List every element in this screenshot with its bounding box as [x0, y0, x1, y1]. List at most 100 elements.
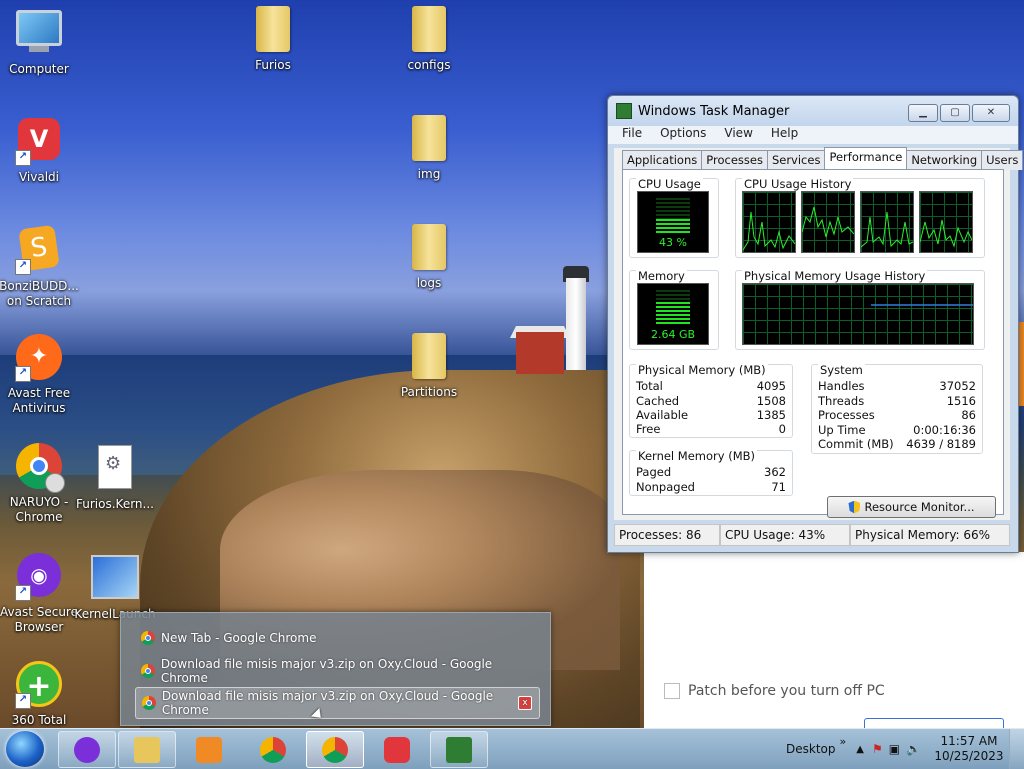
stat-label: Threads [818, 394, 865, 408]
toolbar-chevron-icon[interactable]: » [840, 735, 847, 748]
desktop-icon-label: BonziBUDD... on Scratch [0, 279, 79, 308]
desktop-icon-configs[interactable]: configs [386, 6, 472, 73]
task-manager-body: Applications Processes Services Performa… [614, 147, 1024, 520]
stat-row-processes: Processes 86 [818, 408, 976, 422]
performance-panel: CPU Usage 43 % CPU Usage History Memory … [622, 169, 1004, 518]
taskbar-task-manager[interactable] [430, 731, 488, 768]
menu-view[interactable]: View [724, 126, 752, 144]
shortcut-arrow-icon: ↗ [15, 150, 31, 166]
desktop: Patch before you turn off PC Computer Fu… [0, 0, 1024, 728]
desktop-icon-vivaldi[interactable]: V ↗ Vivaldi [0, 115, 82, 185]
background-app-window [644, 552, 1024, 728]
shortcut-arrow-icon: ↗ [15, 259, 31, 275]
desktop-icon-logs[interactable]: logs [386, 224, 472, 291]
stat-label: Processes [818, 408, 875, 422]
taskbar-chrome[interactable] [244, 731, 302, 768]
volume-muted-icon[interactable]: 🔈 [906, 742, 921, 756]
stat-value: 4639 / 8189 [906, 437, 976, 451]
clock-time: 11:57 AM [940, 734, 998, 748]
folder-icon [405, 333, 453, 381]
desktop-icon-label: logs [416, 276, 442, 290]
chrome-icon [142, 696, 156, 710]
system-title: System [818, 363, 865, 377]
stat-value: 71 [771, 480, 786, 494]
desktop-icon-img[interactable]: img [386, 115, 472, 182]
minimize-button[interactable]: ▁ [908, 104, 938, 122]
maximize-button[interactable]: ▢ [940, 104, 970, 122]
desktop-icon-naruyo-chrome[interactable]: NARUYO - Chrome [0, 442, 82, 525]
tab-processes[interactable]: Processes [701, 150, 768, 170]
shortcut-arrow-icon: ↗ [15, 585, 31, 601]
show-hidden-icons-icon[interactable]: ▲ [856, 744, 864, 755]
background-app-input[interactable] [864, 718, 1004, 728]
window-list-item-hovered[interactable]: Download file misis major v3.zip on Oxy.… [135, 687, 540, 719]
show-desktop-button[interactable] [1009, 729, 1024, 769]
status-processes: Processes: 86 [614, 524, 720, 546]
desktop-icon-avast-free[interactable]: ✦ ↗ Avast Free Antivirus [0, 333, 82, 416]
desktop-icon-label: Furios [255, 58, 291, 72]
desktop-icon-360-total[interactable]: + ↗ 360 Total [0, 660, 82, 728]
resource-monitor-button[interactable]: Resource Monitor... [827, 496, 996, 518]
memory-title: Memory [636, 269, 687, 283]
tab-applications[interactable]: Applications [622, 150, 703, 170]
cpu-history-graph-core-4 [919, 191, 973, 253]
network-icon[interactable]: ▣ [889, 742, 900, 756]
stat-label: Handles [818, 379, 865, 393]
memory-meter-bars [656, 290, 690, 326]
close-button[interactable]: ✕ [972, 104, 1010, 122]
taskbar-avast-secure-browser[interactable] [58, 731, 116, 768]
desktop-toolbar-label[interactable]: Desktop [786, 742, 836, 756]
clock[interactable]: 11:57 AM 10/25/2023 [929, 734, 1009, 764]
menu-help[interactable]: Help [771, 126, 798, 144]
task-manager-icon [446, 736, 472, 763]
status-memory: Physical Memory: 66% [850, 524, 1010, 546]
wallpaper-house [516, 332, 564, 374]
avast-secure-browser-icon: ◉ ↗ [15, 553, 63, 601]
avast-icon: ✦ ↗ [15, 334, 63, 382]
desktop-icon-furios-kernel[interactable]: Furios.Kern... [72, 442, 158, 512]
stat-value: 1385 [756, 408, 786, 422]
menu-bar: File Options View Help [608, 126, 1018, 144]
desktop-icon-computer[interactable]: Computer [0, 6, 82, 77]
memory-history-group: Physical Memory Usage History [735, 269, 985, 350]
close-window-icon[interactable]: x [518, 696, 532, 710]
start-button[interactable] [6, 731, 44, 767]
tab-networking[interactable]: Networking [906, 150, 983, 170]
task-manager-window[interactable]: Windows Task Manager ▁ ▢ ✕ File Options … [607, 95, 1024, 553]
desktop-icon-furios[interactable]: Furios [230, 6, 316, 73]
window-list-item[interactable]: Download file misis major v3.zip on Oxy.… [135, 656, 538, 686]
chrome-icon [141, 631, 155, 645]
memory-history-graph [742, 283, 974, 345]
patch-checkbox[interactable] [664, 683, 680, 699]
taskbar: Desktop » ▲ ⚑ ▣ 🔈 11:57 AM 10/25/2023 [0, 728, 1024, 769]
clock-date: 10/25/2023 [934, 749, 1004, 763]
tab-services[interactable]: Services [766, 150, 826, 170]
stat-row-cached: Cached 1508 [636, 394, 786, 408]
taskbar-explorer[interactable] [118, 731, 176, 768]
desktop-icon-partitions[interactable]: Partitions [386, 333, 472, 400]
taskbar-chrome-profile[interactable] [306, 731, 364, 768]
taskbar-vivaldi[interactable] [368, 731, 426, 768]
stat-label: Total [636, 379, 663, 393]
stat-label: Available [636, 408, 689, 422]
patch-checkbox-row[interactable]: Patch before you turn off PC [664, 683, 885, 699]
desktop-icon-label: Furios.Kern... [76, 497, 154, 511]
chrome-icon [15, 443, 65, 493]
desktop-icon-avast-secure-browser[interactable]: ◉ ↗ Avast Secure Browser [0, 551, 82, 635]
taskbar-media-player[interactable] [180, 731, 238, 768]
tab-users[interactable]: Users [981, 150, 1024, 170]
menu-options[interactable]: Options [660, 126, 706, 144]
status-bar: Processes: 86 CPU Usage: 43% Physical Me… [614, 524, 1010, 546]
vivaldi-icon [384, 736, 410, 763]
stat-row-free: Free 0 [636, 422, 786, 436]
tab-performance[interactable]: Performance [824, 147, 908, 171]
menu-file[interactable]: File [622, 126, 642, 144]
action-center-flag-icon[interactable]: ⚑ [872, 742, 883, 756]
physical-memory-title: Physical Memory (MB) [636, 363, 768, 377]
chrome-profile-icon [322, 736, 348, 763]
window-list-item[interactable]: New Tab - Google Chrome [135, 623, 538, 653]
desktop-icon-bonzibuddy[interactable]: S ↗ BonziBUDD... on Scratch [0, 224, 82, 309]
computer-icon [15, 10, 63, 58]
physical-memory-group: Physical Memory (MB) Total 4095 Cached 150… [629, 363, 793, 438]
stat-row-handles: Handles 37052 [818, 379, 976, 393]
